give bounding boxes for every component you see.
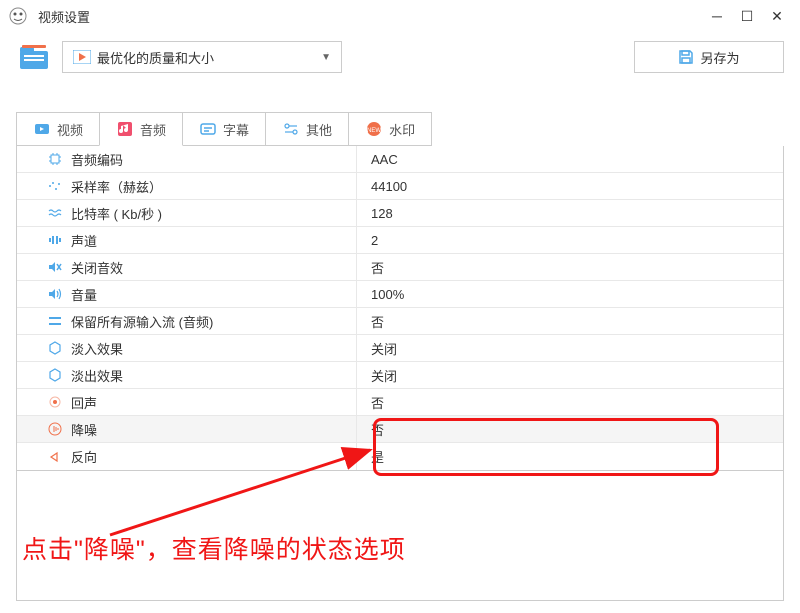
setting-row-channels[interactable]: 声道 2 bbox=[17, 227, 783, 254]
window-controls: ─ ☐ ✕ bbox=[702, 4, 792, 28]
toolbar: 最优化的质量和大小 ▼ 另存为 bbox=[0, 32, 800, 82]
wave-dots-icon bbox=[47, 178, 63, 194]
minimize-button[interactable]: ─ bbox=[702, 4, 732, 28]
app-icon bbox=[8, 6, 28, 26]
close-button[interactable]: ✕ bbox=[762, 4, 792, 28]
mute-icon bbox=[47, 259, 63, 275]
hexagon-icon bbox=[47, 367, 63, 383]
setting-row-fadein[interactable]: 淡入效果 关闭 bbox=[17, 335, 783, 362]
save-as-button[interactable]: 另存为 bbox=[634, 41, 784, 73]
setting-row-fadeout[interactable]: 淡出效果 关闭 bbox=[17, 362, 783, 389]
svg-text:NEW: NEW bbox=[367, 128, 381, 134]
save-as-label: 另存为 bbox=[700, 48, 739, 67]
play-preset-icon bbox=[73, 50, 91, 64]
audio-icon bbox=[116, 120, 134, 138]
hexagon-icon bbox=[47, 340, 63, 356]
folder-icon[interactable] bbox=[16, 41, 52, 73]
preset-label: 最优化的质量和大小 bbox=[97, 48, 214, 67]
setting-row-codec[interactable]: 音频编码 AAC bbox=[17, 146, 783, 173]
echo-icon bbox=[47, 394, 63, 410]
window-title: 视频设置 bbox=[38, 7, 702, 26]
tab-label: 视频 bbox=[57, 120, 83, 139]
setting-row-keepstreams[interactable]: 保留所有源输入流 (音频) 否 bbox=[17, 308, 783, 335]
denoise-icon bbox=[47, 421, 63, 437]
setting-row-samplerate[interactable]: 采样率（赫兹） 44100 bbox=[17, 173, 783, 200]
annotation-text: 点击"降噪"，查看降噪的状态选项 bbox=[22, 530, 406, 566]
tab-video[interactable]: 视频 bbox=[16, 112, 100, 146]
setting-row-reverse[interactable]: 反向 是 bbox=[17, 443, 783, 470]
tab-label: 水印 bbox=[389, 120, 415, 139]
reverse-icon bbox=[47, 449, 63, 465]
wave-icon bbox=[47, 205, 63, 221]
lines-icon bbox=[47, 313, 63, 329]
chevron-down-icon: ▼ bbox=[321, 52, 331, 63]
settings-icon bbox=[282, 120, 300, 138]
tab-subtitle[interactable]: 字幕 bbox=[182, 112, 266, 146]
tab-label: 其他 bbox=[306, 120, 332, 139]
tab-watermark[interactable]: NEW 水印 bbox=[348, 112, 432, 146]
save-icon bbox=[678, 49, 694, 65]
tab-audio[interactable]: 音频 bbox=[99, 112, 183, 146]
setting-row-volume[interactable]: 音量 100% bbox=[17, 281, 783, 308]
titlebar: 视频设置 ─ ☐ ✕ bbox=[0, 0, 800, 32]
chip-icon bbox=[47, 151, 63, 167]
tab-other[interactable]: 其他 bbox=[265, 112, 349, 146]
settings-table: 音频编码 AAC 采样率（赫兹） 44100 比特率 ( Kb/秒 ) 128 … bbox=[16, 146, 784, 471]
tabs: 视频 音频 字幕 其他 NEW 水印 bbox=[0, 112, 800, 146]
setting-row-bitrate[interactable]: 比特率 ( Kb/秒 ) 128 bbox=[17, 200, 783, 227]
setting-row-mute[interactable]: 关闭音效 否 bbox=[17, 254, 783, 281]
maximize-button[interactable]: ☐ bbox=[732, 4, 762, 28]
tab-label: 音频 bbox=[140, 120, 166, 139]
setting-row-echo[interactable]: 回声 否 bbox=[17, 389, 783, 416]
tab-label: 字幕 bbox=[223, 120, 249, 139]
volume-icon bbox=[47, 286, 63, 302]
new-badge-icon: NEW bbox=[365, 120, 383, 138]
preset-dropdown[interactable]: 最优化的质量和大小 ▼ bbox=[62, 41, 342, 73]
channels-icon bbox=[47, 232, 63, 248]
setting-row-denoise[interactable]: 降噪 否 bbox=[17, 416, 783, 443]
subtitle-icon bbox=[199, 120, 217, 138]
video-icon bbox=[33, 120, 51, 138]
